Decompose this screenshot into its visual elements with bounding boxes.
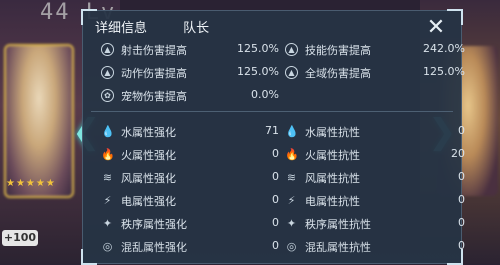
stat-label: 宠物伤害提高 bbox=[121, 90, 187, 103]
stat-value: 242.0% bbox=[423, 42, 465, 55]
wind-resist-icon: ≋ bbox=[286, 171, 297, 184]
stat-label: 风属性强化 bbox=[121, 172, 176, 185]
stat-label: 秩序属性抗性 bbox=[305, 218, 371, 231]
stat-label: 全域伤害提高 bbox=[305, 67, 371, 80]
arrow-up-icon: ▲ bbox=[101, 66, 114, 79]
stat-label: 火属性抗性 bbox=[305, 149, 360, 162]
stat-value: 0 bbox=[458, 170, 465, 183]
scroll-fade bbox=[83, 249, 461, 263]
arrow-up-icon: ▲ bbox=[285, 43, 298, 56]
tab-leader[interactable]: 队长 bbox=[183, 17, 209, 36]
stat-label: 水属性强化 bbox=[121, 126, 176, 139]
stat-value: 0 bbox=[458, 216, 465, 229]
fire-icon: 🔥 bbox=[101, 148, 115, 161]
lightning-icon: ⚡ bbox=[103, 194, 112, 207]
stat-value: 125.0% bbox=[423, 65, 465, 78]
stat-value: 0 bbox=[272, 170, 279, 183]
stat-label: 风属性抗性 bbox=[305, 172, 360, 185]
left-character-portrait bbox=[4, 44, 74, 198]
stat-label: 射击伤害提高 bbox=[121, 44, 187, 57]
stat-label: 秩序属性强化 bbox=[121, 218, 187, 231]
stat-label: 技能伤害提高 bbox=[305, 44, 371, 57]
stat-value: 125.0% bbox=[237, 65, 279, 78]
stat-value: 0 bbox=[272, 216, 279, 229]
plus-badge: +100 bbox=[2, 230, 38, 246]
pet-icon: ✿ bbox=[101, 89, 114, 102]
stat-value: 20 bbox=[451, 147, 465, 160]
panel-corner bbox=[447, 9, 463, 25]
water-resist-icon: 💧 bbox=[285, 125, 299, 138]
stat-label: 电属性抗性 bbox=[305, 195, 360, 208]
wind-icon: ≋ bbox=[102, 171, 113, 184]
arrow-up-icon: ▲ bbox=[285, 66, 298, 79]
stat-value: 0 bbox=[458, 124, 465, 137]
stat-value: 0 bbox=[272, 193, 279, 206]
order-icon: ✦ bbox=[102, 217, 113, 230]
stat-value: 125.0% bbox=[237, 42, 279, 55]
stat-label: 动作伤害提高 bbox=[121, 67, 187, 80]
water-icon: 💧 bbox=[101, 125, 115, 138]
tab-details[interactable]: 详细信息 bbox=[95, 17, 147, 36]
order-resist-icon: ✦ bbox=[286, 217, 297, 230]
stat-value: 0.0% bbox=[251, 88, 279, 101]
stat-label: 火属性强化 bbox=[121, 149, 176, 162]
stat-value: 0 bbox=[272, 147, 279, 160]
rarity-stars: ★★★★★ bbox=[6, 178, 56, 189]
lightning-resist-icon: ⚡ bbox=[287, 194, 296, 207]
arrow-up-icon: ▲ bbox=[101, 43, 114, 56]
stat-value: 71 bbox=[265, 124, 279, 137]
panel-tabs: 详细信息 队长 bbox=[95, 17, 241, 39]
stat-label: 水属性抗性 bbox=[305, 126, 360, 139]
section-divider bbox=[91, 111, 453, 112]
stat-label: 电属性强化 bbox=[121, 195, 176, 208]
close-icon[interactable]: ✕ bbox=[425, 17, 447, 39]
fire-resist-icon: 🔥 bbox=[285, 148, 299, 161]
stat-value: 0 bbox=[458, 193, 465, 206]
detail-panel: 详细信息 队长 ✕ ▲ 射击伤害提高 125.0% ▲ 技能伤害提高 242.0… bbox=[81, 9, 465, 265]
